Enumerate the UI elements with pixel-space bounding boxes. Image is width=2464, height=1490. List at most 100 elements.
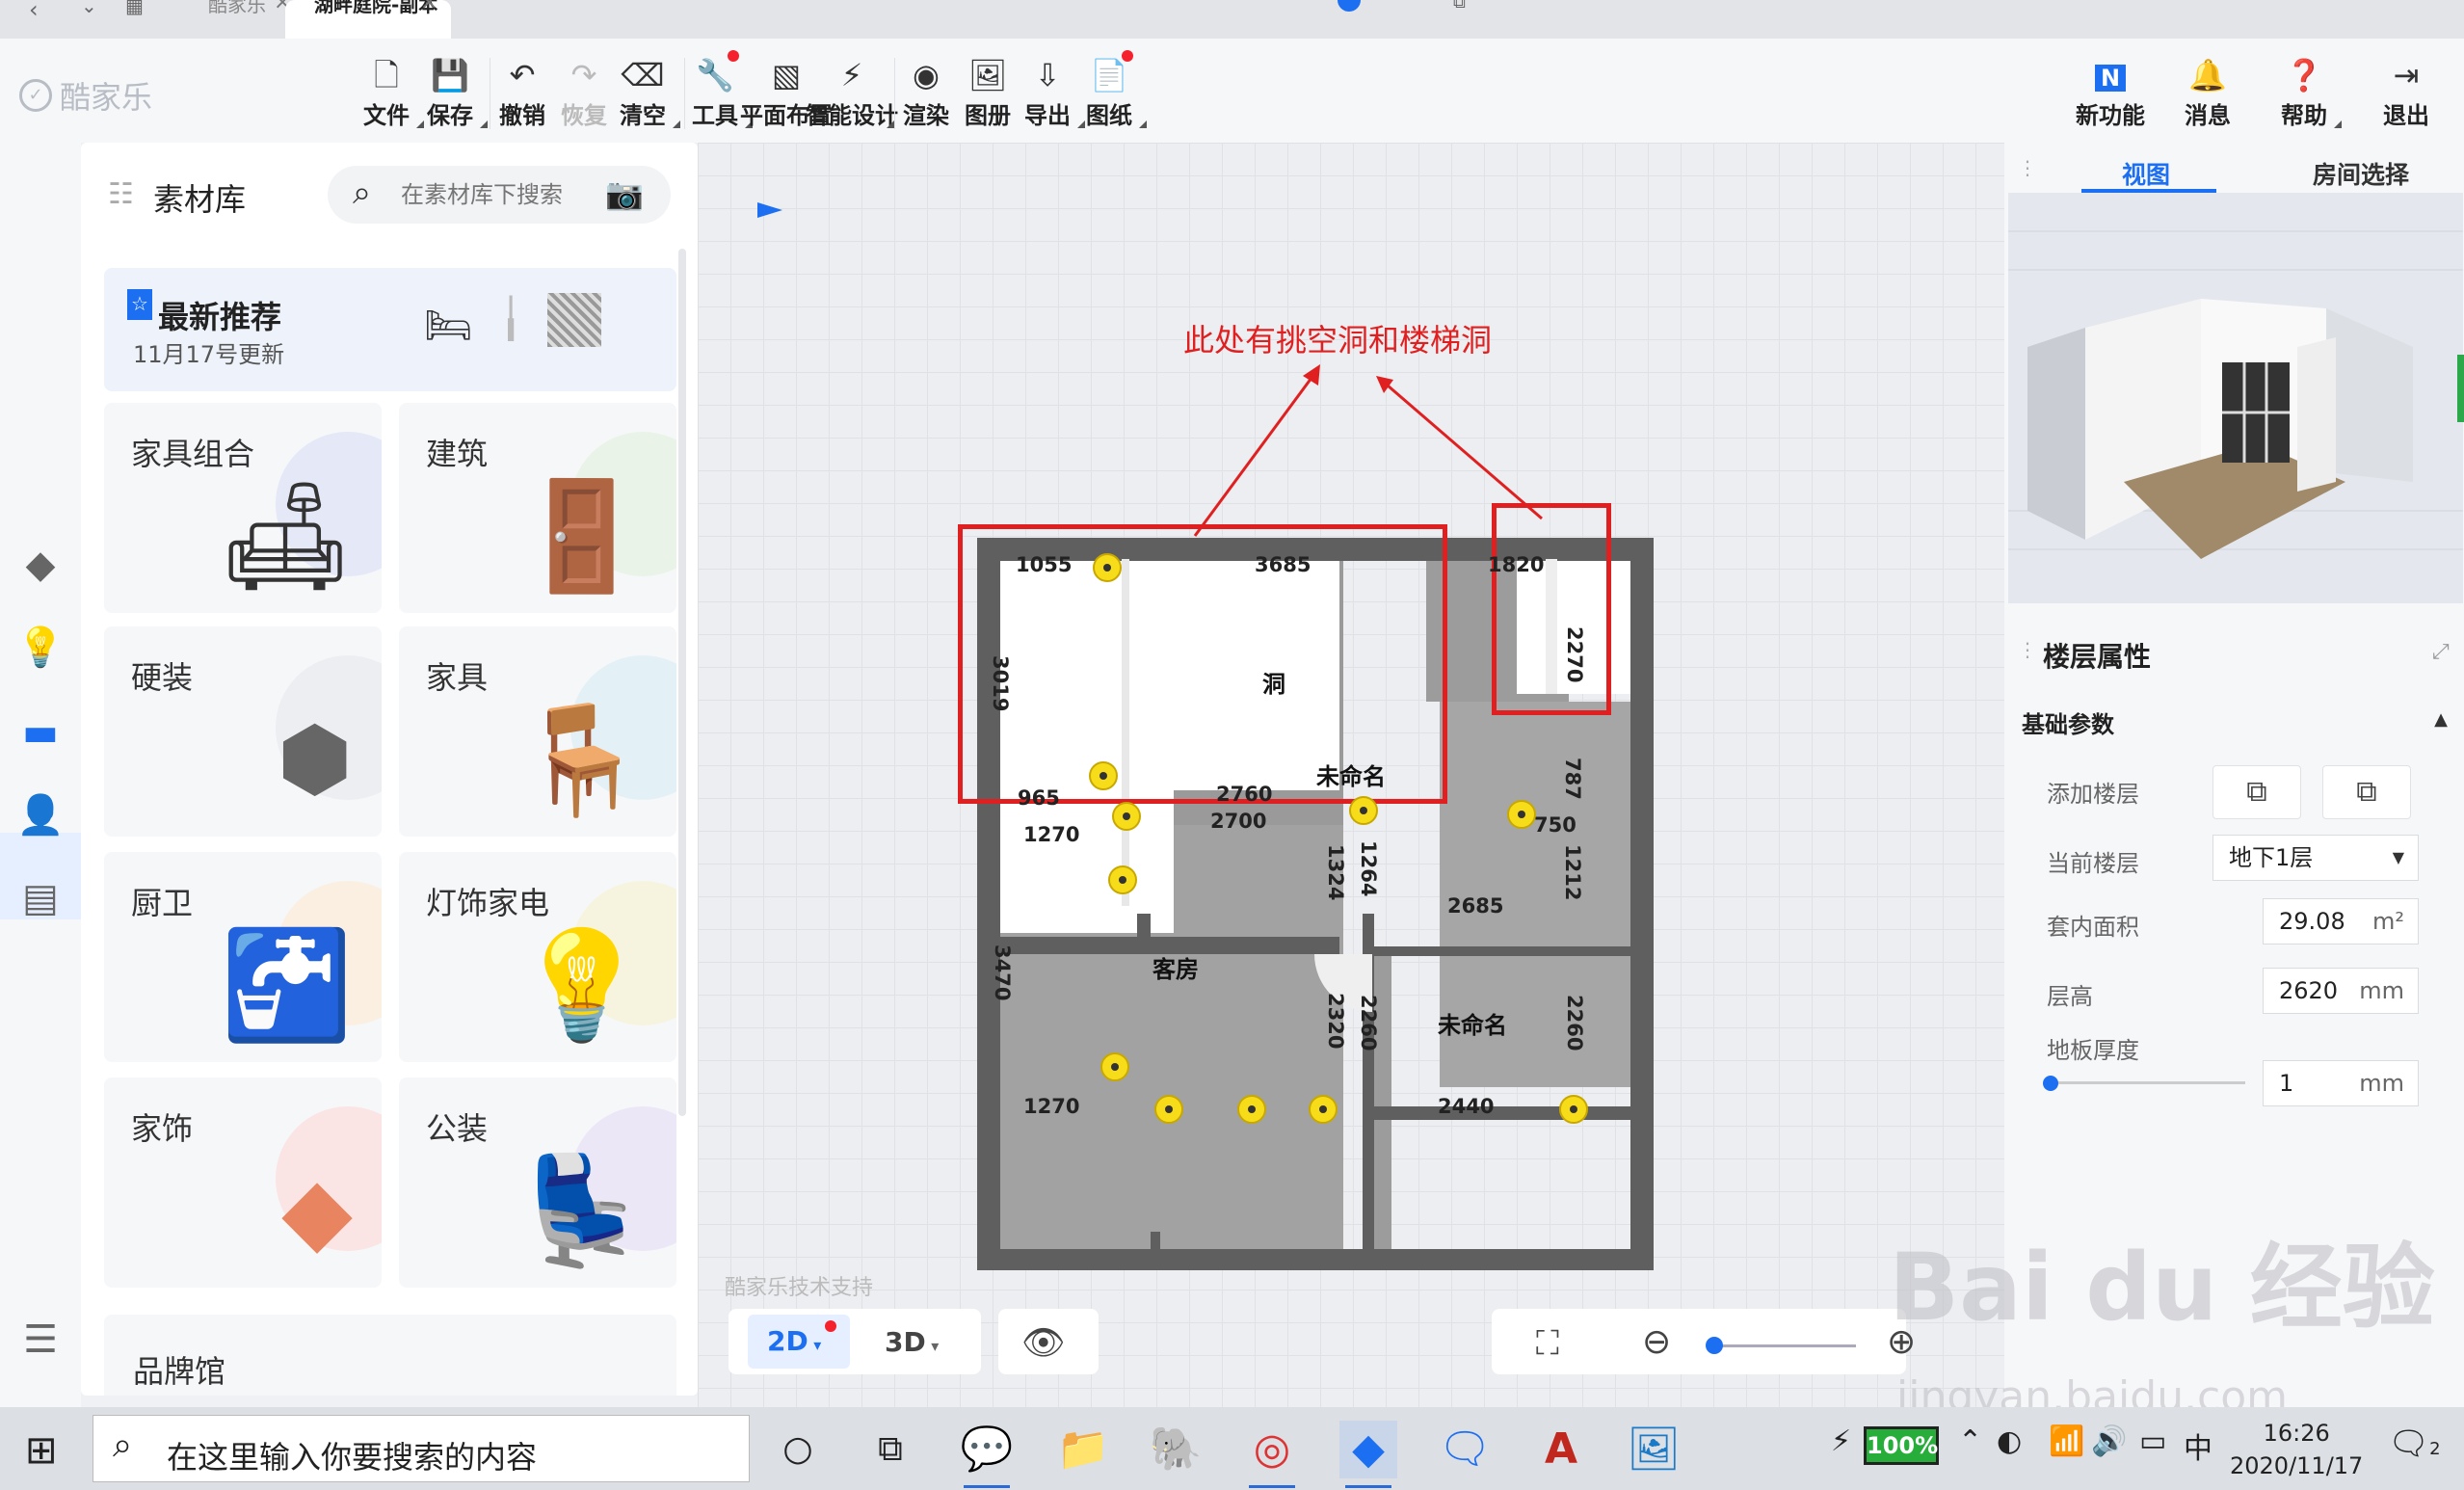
room-label-unnamed[interactable]: 未命名 xyxy=(1438,1006,1507,1040)
marker-dot[interactable] xyxy=(1112,802,1141,831)
profile-icon[interactable] xyxy=(1338,0,1361,12)
chat-app-icon[interactable]: 🗨 xyxy=(1436,1421,1494,1478)
category-label: 建筑 xyxy=(426,436,489,472)
drawing-button[interactable]: 📄 图纸 xyxy=(1066,50,1153,130)
browser-tab-active[interactable]: 湖畔庭院-副本 × xyxy=(285,0,451,39)
marker-dot[interactable] xyxy=(1507,800,1536,829)
marker-dot[interactable] xyxy=(1559,1095,1588,1124)
photos-icon[interactable]: 🖼 xyxy=(1625,1421,1682,1478)
view-2d-button[interactable]: 2D ▾ xyxy=(748,1315,850,1369)
marker-dot[interactable] xyxy=(1089,761,1118,790)
height-field[interactable]: 2620 mm xyxy=(2263,968,2419,1014)
charging-icon: ⚡ xyxy=(1831,1424,1852,1458)
eye-icon[interactable]: 👁 xyxy=(1021,1322,1066,1363)
3d-preview[interactable] xyxy=(2008,193,2463,603)
current-floor-select[interactable]: 地下1层 ▼ xyxy=(2212,835,2419,881)
cortana-icon[interactable]: ○ xyxy=(769,1421,827,1478)
display-icon[interactable]: ▭ xyxy=(2139,1424,2166,1458)
grid-icon[interactable]: ▦ xyxy=(125,0,144,17)
category-furniture-set[interactable]: 家具组合 🛋 xyxy=(104,403,382,613)
brand-label: 品牌馆 xyxy=(133,1353,226,1390)
exit-button[interactable]: ⇥ 退出 xyxy=(2363,56,2450,130)
floor-thickness-field[interactable]: 1 mm xyxy=(2263,1060,2419,1106)
search-input[interactable] xyxy=(401,177,594,212)
autocad-icon[interactable]: A xyxy=(1532,1421,1590,1478)
dim-label: 1270 xyxy=(1023,823,1080,846)
lightbulb-icon[interactable]: 💡 xyxy=(13,621,67,675)
marker-dot[interactable] xyxy=(1154,1095,1183,1124)
drag-handle-icon[interactable]: ⋮ xyxy=(2018,638,2037,661)
category-architecture[interactable]: 建筑 🚪 xyxy=(399,403,676,613)
user-icon[interactable]: 👤 xyxy=(13,788,67,842)
taskbar-search[interactable]: ⌕ 在这里输入你要搜索的内容 xyxy=(93,1415,750,1482)
task-view-icon[interactable]: ⧉ xyxy=(861,1421,919,1478)
add-floor-below-button[interactable]: ⧉ xyxy=(2322,765,2411,819)
zoom-out-icon[interactable]: ⊖ xyxy=(1642,1322,1671,1362)
fit-view-icon[interactable]: ⛶ xyxy=(1536,1324,1559,1363)
wechat-icon[interactable]: 💬 xyxy=(958,1421,1016,1488)
marker-dot[interactable] xyxy=(1100,1052,1129,1081)
chevron-up-icon[interactable]: ⌃ xyxy=(1958,1424,1982,1458)
collapse-icon[interactable]: ▲ xyxy=(2434,709,2448,730)
dim-label: 3470 xyxy=(991,945,1014,1001)
cube-icon[interactable]: ◆ xyxy=(13,538,67,592)
floor-thickness-slider[interactable] xyxy=(2047,1081,2245,1084)
area-field[interactable]: 29.08 m² xyxy=(2263,898,2419,945)
new-feature-button[interactable]: N 新功能 xyxy=(2062,56,2159,130)
cabinet-icon[interactable]: ▤ xyxy=(13,871,67,925)
clock[interactable]: 16:26 2020/11/17 xyxy=(2230,1417,2363,1482)
area-value: 29.08 xyxy=(2279,908,2345,935)
category-decor[interactable]: 家饰 ◆ xyxy=(104,1078,382,1288)
evernote-icon[interactable]: 🐘 xyxy=(1147,1421,1205,1478)
basic-params-section[interactable]: 基础参数 ▲ xyxy=(2022,700,2448,748)
wifi-icon[interactable]: 📶 xyxy=(2049,1424,2084,1458)
list-icon[interactable]: ☷ xyxy=(108,177,134,211)
help-button[interactable]: ❓ 帮助 xyxy=(2261,56,2347,130)
marker-dot[interactable] xyxy=(1237,1095,1266,1124)
marker-dot[interactable] xyxy=(1309,1095,1338,1124)
chrome-icon[interactable]: ◎ xyxy=(1243,1421,1301,1488)
material-library-icon[interactable]: ▬ xyxy=(13,705,67,759)
marker-dot[interactable] xyxy=(1093,553,1122,582)
battery-indicator[interactable]: 100% xyxy=(1864,1426,1939,1465)
room-label-guest-room[interactable]: 客房 xyxy=(1153,950,1199,984)
category-hard-decoration[interactable]: 硬装 ⬢ xyxy=(104,626,382,837)
recommend-banner[interactable]: ☆ 最新推荐 11月17号更新 🛏 ╽ xyxy=(104,268,676,391)
kujiale-app-icon[interactable]: ◆ xyxy=(1339,1421,1397,1488)
zoom-slider-track[interactable] xyxy=(1713,1344,1856,1347)
back-icon[interactable]: ‹ xyxy=(29,0,39,23)
category-office[interactable]: 公装 💺 xyxy=(399,1078,676,1288)
tray-app-icon[interactable]: ◐ xyxy=(1997,1424,2022,1458)
ime-indicator[interactable]: 中 xyxy=(2184,1424,2212,1467)
volume-icon[interactable]: 🔊 xyxy=(2091,1424,2127,1458)
chevron-down-icon[interactable]: ⌄ xyxy=(81,0,97,17)
close-icon[interactable]: × xyxy=(420,0,437,13)
marker-dot[interactable] xyxy=(1349,796,1378,825)
category-lighting[interactable]: 灯饰家电 💡 xyxy=(399,852,676,1062)
brand-hall[interactable]: 品牌馆 xyxy=(104,1315,676,1396)
room-label-hole[interactable]: 洞 xyxy=(1262,665,1285,699)
tab-room-select[interactable]: 房间选择 xyxy=(2313,156,2409,191)
notification-icon[interactable]: 🗨2 xyxy=(2388,1424,2441,1463)
category-furniture[interactable]: 家具 🪑 xyxy=(399,626,676,837)
windows-start-icon[interactable]: ⊞ xyxy=(25,1428,58,1473)
tab-view[interactable]: 视图 xyxy=(2122,156,2170,191)
category-kitchen-bath[interactable]: 厨卫 🚰 xyxy=(104,852,382,1062)
layers-icon[interactable]: ☰ xyxy=(13,1313,67,1367)
add-floor-above-button[interactable]: ⧉ xyxy=(2212,765,2301,819)
search-icon: ⌕ xyxy=(353,173,372,212)
zoom-slider-knob[interactable] xyxy=(1706,1337,1723,1354)
expand-icon[interactable]: ⤢ xyxy=(2432,640,2450,664)
window-icon[interactable]: ⧉ xyxy=(1453,0,1466,13)
file-explorer-icon[interactable]: 📁 xyxy=(1054,1421,1112,1478)
view-3d-button[interactable]: 3D ▾ xyxy=(885,1326,939,1358)
messages-button[interactable]: 🔔 消息 xyxy=(2164,56,2251,130)
camera-icon[interactable]: 📷 xyxy=(605,175,644,212)
marker-dot[interactable] xyxy=(1108,865,1137,894)
drag-handle-icon[interactable]: ⋮ xyxy=(2018,156,2037,179)
material-search[interactable]: ⌕ 📷 xyxy=(328,166,671,224)
panel-scrollbar[interactable] xyxy=(678,249,686,1116)
room-label-unnamed[interactable]: 未命名 xyxy=(1316,758,1386,791)
browser-tab-kujiale[interactable]: 酷家乐 × xyxy=(183,0,291,39)
floor-thickness-knob[interactable] xyxy=(2043,1076,2058,1091)
